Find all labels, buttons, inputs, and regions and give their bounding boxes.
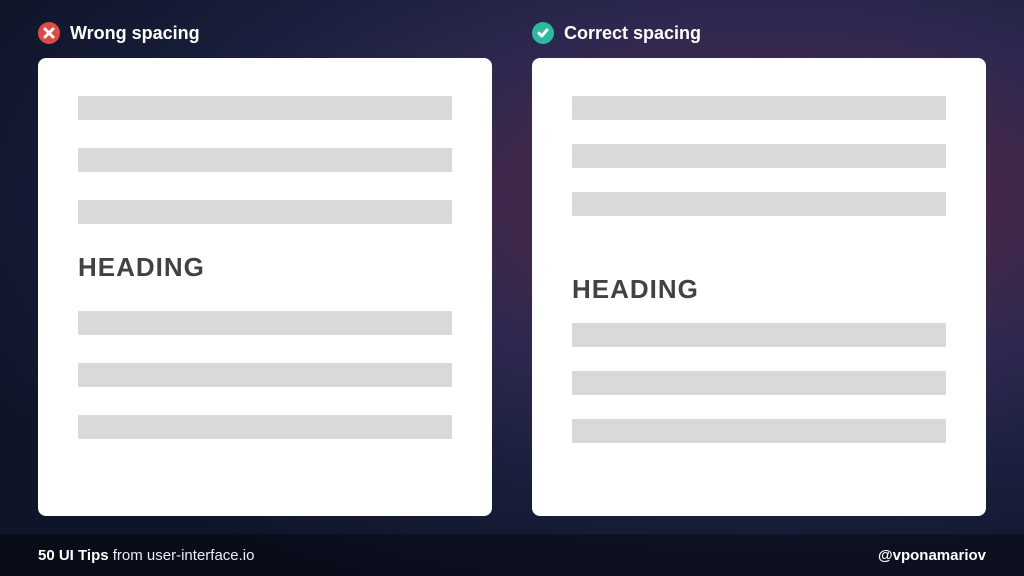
footer-bold: 50 UI Tips: [38, 547, 109, 564]
placeholder-bar: [572, 371, 946, 395]
footer-handle: @vponamariov: [878, 547, 986, 564]
correct-heading: HEADING: [572, 274, 946, 305]
correct-card: HEADING: [532, 58, 986, 516]
wrong-title: Wrong spacing: [70, 23, 200, 44]
wrong-heading: HEADING: [78, 252, 452, 283]
wrong-bottom-group: [78, 311, 452, 439]
footer-source: 50 UI Tips from user-interface.io: [38, 547, 254, 564]
placeholder-bar: [572, 323, 946, 347]
wrong-header: Wrong spacing: [38, 22, 492, 44]
correct-header: Correct spacing: [532, 22, 986, 44]
placeholder-bar: [78, 148, 452, 172]
placeholder-bar: [572, 192, 946, 216]
footer: 50 UI Tips from user-interface.io @vpona…: [0, 534, 1024, 576]
placeholder-bar: [78, 200, 452, 224]
correct-top-group: [572, 96, 946, 216]
placeholder-bar: [572, 419, 946, 443]
placeholder-bar: [78, 96, 452, 120]
check-icon: [532, 22, 554, 44]
wrong-card: HEADING: [38, 58, 492, 516]
placeholder-bar: [78, 415, 452, 439]
correct-bottom-group: [572, 323, 946, 443]
placeholder-bar: [572, 144, 946, 168]
placeholder-bar: [78, 311, 452, 335]
cross-icon: [38, 22, 60, 44]
wrong-top-group: [78, 96, 452, 224]
wrong-column: Wrong spacing HEADING: [38, 22, 492, 516]
placeholder-bar: [78, 363, 452, 387]
footer-light: from user-interface.io: [109, 547, 255, 564]
comparison-container: Wrong spacing HEADING Correct spacing: [0, 0, 1024, 516]
correct-title: Correct spacing: [564, 23, 701, 44]
placeholder-bar: [572, 96, 946, 120]
correct-column: Correct spacing HEADING: [532, 22, 986, 516]
